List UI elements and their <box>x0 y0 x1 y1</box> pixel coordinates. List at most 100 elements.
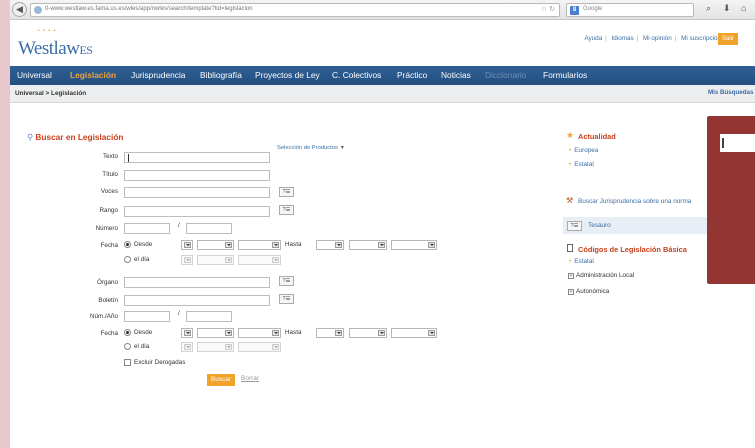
num-ano-slash: / <box>178 310 180 317</box>
star-icon[interactable]: ☆ <box>541 6 547 13</box>
header-links: Ayuda | Idiomas | Mi opinión | Mi suscripci… <box>584 35 721 42</box>
label-numero: Número <box>95 225 118 232</box>
reload-icon[interactable]: ↻ <box>549 6 555 13</box>
el-dia-month-select-2 <box>197 342 234 352</box>
help-link[interactable]: Ayuda <box>584 35 602 42</box>
desde-month-select-2[interactable] <box>197 328 234 338</box>
search-icon: ⚲ <box>27 132 34 142</box>
actualidad-europea-link[interactable]: • Europea <box>569 147 598 154</box>
buscar-jurisprudencia-link[interactable]: Buscar Jurisprudencia sobre una norma <box>578 198 691 205</box>
desde-year-select[interactable] <box>238 240 281 250</box>
actualidad-estatal-link[interactable]: • Estatal <box>569 161 594 168</box>
globe-icon <box>34 6 42 14</box>
tree-administracion-local[interactable]: Administración Local <box>576 272 634 279</box>
el-dia-day-select <box>181 255 193 265</box>
desde-month-select[interactable] <box>197 240 234 250</box>
languages-link[interactable]: Idiomas <box>612 35 634 42</box>
rango-thesaurus-button[interactable]: ?☰ <box>279 205 294 215</box>
westlaw-logo[interactable]: WestlawES <box>18 38 93 60</box>
home-icon[interactable]: ⌂ <box>741 3 746 13</box>
nav-universal[interactable]: Universal <box>17 70 52 80</box>
url-text: 0-www.westlaw.es.fama.us.es/wles/app/nwl… <box>45 6 253 12</box>
codigos-title: Códigos de Legislación Básica <box>578 245 687 254</box>
hasta-day-select-2[interactable] <box>316 328 344 338</box>
nav-formularios[interactable]: Formularios <box>543 70 587 80</box>
ano-input[interactable] <box>186 311 232 322</box>
numero-year-input[interactable] <box>186 223 232 234</box>
nav-noticias[interactable]: Noticias <box>441 70 471 80</box>
codigos-estatal-link[interactable]: • Estatal <box>569 258 594 265</box>
clear-button[interactable]: Borrar <box>241 375 259 382</box>
back-arrow-icon[interactable]: ◀ <box>12 2 27 17</box>
browser-search-box[interactable]: 8 Google <box>566 3 694 17</box>
hasta-month-select[interactable] <box>349 240 387 250</box>
voces-input[interactable] <box>124 187 270 198</box>
nav-legislacion[interactable]: Legislación <box>70 70 116 80</box>
el-dia-day-select-2 <box>181 342 193 352</box>
browser-window: ◀ 0-www.westlaw.es.fama.us.es/wles/app/n… <box>10 0 755 448</box>
excluir-derogadas-checkbox[interactable] <box>124 359 131 366</box>
texto-input[interactable] <box>124 152 270 163</box>
desde-day-select[interactable] <box>181 240 193 250</box>
main-nav: Universal Legislación Jurisprudencia Bib… <box>10 66 755 85</box>
desde-year-select-2[interactable] <box>238 328 281 338</box>
el-dia-label: el día <box>134 256 150 263</box>
google-logo-icon: 8 <box>570 6 579 15</box>
boletin-thesaurus-button[interactable]: ?☰ <box>279 294 294 304</box>
overlay-marker <box>722 138 724 148</box>
rango-input[interactable] <box>124 206 270 217</box>
el-dia-radio[interactable] <box>124 256 131 263</box>
hasta-year-select-2[interactable] <box>391 328 437 338</box>
overlay-panel <box>707 116 755 284</box>
product-selector[interactable]: Selección de Productos ▾ <box>277 145 344 151</box>
voces-thesaurus-button[interactable]: ?☰ <box>279 187 294 197</box>
titulo-input[interactable] <box>124 170 270 181</box>
expand-icon[interactable]: + <box>568 273 574 279</box>
saved-searches-link[interactable]: Mis Búsquedas <box>708 89 753 96</box>
desde-day-select-2[interactable] <box>181 328 193 338</box>
organo-thesaurus-button[interactable]: ?☰ <box>279 276 294 286</box>
subscription-link[interactable]: Mi suscripción <box>681 35 721 42</box>
hasta-year-select[interactable] <box>391 240 437 250</box>
hasta-day-select[interactable] <box>316 240 344 250</box>
hasta-month-select-2[interactable] <box>349 328 387 338</box>
search-engine-label: Google <box>583 6 603 12</box>
overlay-white-block <box>720 134 755 152</box>
el-dia-label-2: el día <box>134 343 150 350</box>
star-icon: ★ <box>566 130 575 140</box>
nav-jurisprudencia[interactable]: Jurisprudencia <box>131 70 185 80</box>
tree-autonomica[interactable]: Autonómica <box>576 288 609 295</box>
label-rango: Rango <box>99 207 118 214</box>
search-button[interactable]: Buscar <box>207 374 235 386</box>
boletin-input[interactable] <box>124 295 270 306</box>
desde-label: Desde <box>134 241 153 248</box>
numero-input[interactable] <box>124 223 170 234</box>
tesauro-link[interactable]: Tesauro <box>588 222 611 229</box>
organo-input[interactable] <box>124 277 270 288</box>
breadcrumb[interactable]: Universal > Legislación <box>15 90 86 97</box>
excluir-derogadas-label: Excluir Derogadas <box>134 359 186 366</box>
breadcrumb-bar: Universal > Legislación Mis Búsquedas <box>10 85 755 103</box>
hasta-label-2: Hasta <box>285 329 302 336</box>
nav-convenios-colectivos[interactable]: C. Colectivos <box>332 70 381 80</box>
expand-icon[interactable]: + <box>568 289 574 295</box>
label-fecha-2: Fecha <box>100 330 118 337</box>
num-input[interactable] <box>124 311 170 322</box>
desde-radio-2[interactable] <box>124 329 131 336</box>
el-dia-year-select-2 <box>238 342 281 352</box>
nav-proyectos-ley[interactable]: Proyectos de Ley <box>255 70 320 80</box>
label-voces: Voces <box>100 188 118 195</box>
el-dia-radio-2[interactable] <box>124 343 131 350</box>
nav-bibliografia[interactable]: Bibliografía <box>200 70 242 80</box>
address-bar[interactable]: 0-www.westlaw.es.fama.us.es/wles/app/nwl… <box>30 3 560 17</box>
tesauro-button[interactable]: ?☰ <box>567 221 582 231</box>
desde-radio[interactable] <box>124 241 131 248</box>
download-icon[interactable]: ⬇ <box>723 3 731 14</box>
magnifier-icon[interactable]: ⌕ <box>706 3 711 14</box>
feedback-link[interactable]: Mi opinión <box>643 35 672 42</box>
nav-diccionario: Diccionario <box>485 70 527 80</box>
el-dia-month-select <box>197 255 234 265</box>
browser-toolbar: ◀ 0-www.westlaw.es.fama.us.es/wles/app/n… <box>10 0 755 20</box>
nav-practico[interactable]: Práctico <box>397 70 427 80</box>
logout-button[interactable]: Salir <box>718 33 738 45</box>
